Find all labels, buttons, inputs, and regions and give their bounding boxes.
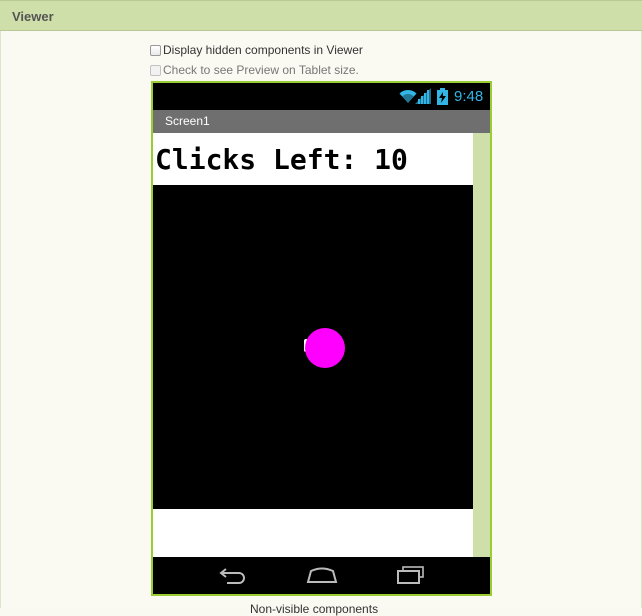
phone-preview: 9:48 Screen1 Clicks Left: 10 (151, 81, 492, 596)
back-icon[interactable] (217, 565, 249, 585)
status-clock: 9:48 (454, 88, 484, 105)
display-hidden-label[interactable]: Display hidden components in Viewer (163, 43, 363, 57)
home-icon[interactable] (305, 565, 339, 585)
screen-content: Clicks Left: 10 (153, 133, 473, 557)
screen-title: Screen1 (165, 114, 210, 128)
tablet-preview-checkbox (150, 64, 161, 76)
viewer-title: Viewer (12, 9, 54, 24)
screen-title-bar: Screen1 (153, 110, 490, 133)
nav-bar (153, 557, 490, 594)
battery-icon (437, 88, 448, 105)
tablet-preview-option: Check to see Preview on Tablet size. (150, 63, 359, 77)
tablet-preview-label: Check to see Preview on Tablet size. (163, 63, 359, 77)
viewer-header: Viewer (0, 0, 642, 31)
preview-scrollbar[interactable] (473, 133, 490, 557)
status-bar: 9:48 (153, 83, 490, 110)
display-hidden-option[interactable]: Display hidden components in Viewer (150, 43, 363, 57)
game-canvas[interactable] (153, 185, 473, 509)
signal-icon (415, 88, 431, 104)
recent-apps-icon[interactable] (395, 565, 427, 585)
non-visible-components-label: Non-visible components (250, 602, 379, 616)
ball-sprite[interactable] (305, 328, 345, 368)
clicks-left-label[interactable]: Clicks Left: 10 (155, 143, 408, 176)
display-hidden-checkbox[interactable] (150, 44, 161, 56)
